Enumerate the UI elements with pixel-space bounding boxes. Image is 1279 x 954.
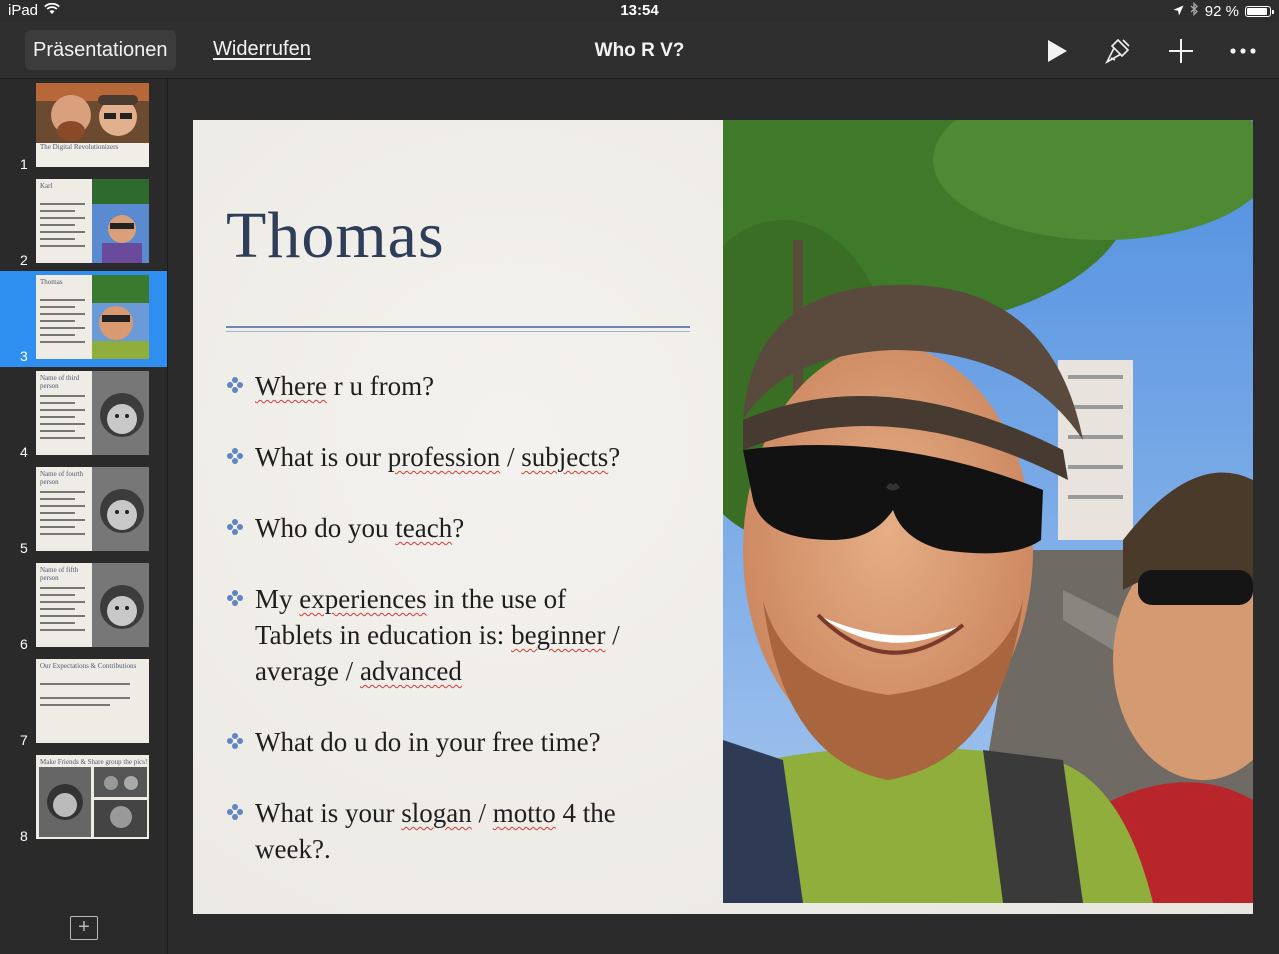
bullet-text: Who do you bbox=[255, 513, 396, 543]
slide-thumbnail-1[interactable]: The Digital Revolutionizers 1 bbox=[0, 79, 167, 175]
bullet-text: teach bbox=[395, 513, 453, 543]
bullet-text: Tablets in education is: bbox=[255, 620, 512, 650]
slide-thumbnail-4[interactable]: Name of third person 4 bbox=[0, 367, 167, 463]
bullet-marker-icon bbox=[227, 590, 243, 606]
bullet-text: My bbox=[255, 584, 300, 614]
bullet-text: subjects bbox=[521, 442, 609, 472]
bullet-marker-icon bbox=[227, 377, 243, 393]
photo-child-placeholder bbox=[92, 371, 149, 455]
slide-thumbnail-image: Make Friends & Share group the pics! bbox=[36, 755, 149, 839]
bullet-text: 4 the bbox=[555, 798, 616, 828]
toolbar: Präsentationen Widerrufen Who R V? bbox=[0, 22, 1279, 79]
bullet-marker-icon bbox=[227, 519, 243, 535]
bullet-text: experiences bbox=[299, 584, 427, 614]
bullet-item[interactable]: What do u do in your free time? bbox=[226, 724, 686, 760]
document-title: Who R V? bbox=[594, 40, 685, 61]
status-bar: iPad 13:54 92 % bbox=[0, 0, 1279, 22]
bullet-text: ? bbox=[452, 513, 465, 543]
thumbnail-title: Name of fourth person bbox=[40, 470, 84, 486]
bluetooth-icon bbox=[1190, 1, 1199, 20]
thumbnail-title: Thomas bbox=[40, 278, 63, 286]
more-icon[interactable] bbox=[1228, 36, 1258, 66]
thumbnail-title: The Digital Revolutionizers bbox=[40, 143, 119, 151]
thumbnail-title: Name of third person bbox=[40, 374, 80, 390]
bullet-list[interactable]: Where r u from? What is our profession / … bbox=[226, 368, 686, 902]
slide-navigator: The Digital Revolutionizers 1 Karl 2 Tho… bbox=[0, 79, 168, 954]
bullet-text: / bbox=[500, 442, 522, 472]
slide-thumbnail-8[interactable]: Make Friends & Share group the pics! 8 bbox=[0, 751, 167, 847]
slide-number: 4 bbox=[20, 444, 28, 460]
photo-collage bbox=[39, 767, 147, 837]
photo-karl bbox=[92, 179, 149, 263]
bullet-text: r u from? bbox=[326, 371, 435, 401]
bullet-text: What is our bbox=[255, 442, 388, 472]
bullet-text: ? bbox=[608, 442, 621, 472]
location-icon bbox=[1173, 3, 1184, 20]
photo-thomas-selfie[interactable] bbox=[723, 120, 1253, 903]
bullet-marker-icon bbox=[227, 733, 243, 749]
slide-number: 8 bbox=[20, 828, 28, 844]
slide-thumbnail-image: Name of fourth person bbox=[36, 467, 149, 551]
bullet-item[interactable]: Where r u from? bbox=[226, 368, 686, 404]
thumbnail-title: Make Friends & Share group the pics! bbox=[40, 758, 148, 766]
bullet-item[interactable]: What is your slogan / motto 4 the week?. bbox=[226, 795, 686, 867]
clock: 13:54 bbox=[620, 2, 659, 19]
bullet-marker-icon bbox=[227, 804, 243, 820]
bullet-text: What do u do in your free time? bbox=[255, 727, 601, 757]
bullet-marker-icon bbox=[227, 448, 243, 464]
photo-child-placeholder bbox=[92, 467, 149, 551]
slide-thumbnail-image: Thomas bbox=[36, 275, 149, 359]
title-divider-thin bbox=[226, 331, 690, 332]
slide-thumbnail-image: The Digital Revolutionizers bbox=[36, 83, 149, 167]
slide-number: 3 bbox=[20, 348, 28, 364]
slide-number: 2 bbox=[20, 252, 28, 268]
slide-thumbnail-3[interactable]: Thomas 3 bbox=[0, 271, 167, 367]
slide-thumbnail-image: Our Expectations & Contributions bbox=[36, 659, 149, 743]
battery-percent: 92 % bbox=[1204, 2, 1239, 20]
slide-thumbnail-image: Name of fifth person bbox=[36, 563, 149, 647]
bullet-text: / bbox=[471, 798, 493, 828]
photo-thomas bbox=[92, 275, 149, 359]
slide-thumbnail-6[interactable]: Name of fifth person 6 bbox=[0, 559, 167, 655]
thumbnail-title: Karl bbox=[40, 182, 53, 190]
bullet-text: motto bbox=[492, 798, 556, 828]
slide-thumbnail-2[interactable]: Karl 2 bbox=[0, 175, 167, 271]
photo-two-men bbox=[36, 83, 149, 143]
add-slide-button[interactable]: + bbox=[70, 916, 98, 940]
slide-thumbnail-7[interactable]: Our Expectations & Contributions 7 bbox=[0, 655, 167, 751]
bullet-text: in the use of bbox=[426, 584, 567, 614]
thumbnail-title: Name of fifth person bbox=[40, 566, 79, 582]
slide-thumbnail-image: Name of third person bbox=[36, 371, 149, 455]
add-icon[interactable] bbox=[1166, 36, 1196, 66]
bullet-text: beginner bbox=[511, 620, 606, 650]
format-brush-icon[interactable] bbox=[1103, 36, 1133, 66]
slide-thumbnail-image: Karl bbox=[36, 179, 149, 263]
play-icon[interactable] bbox=[1042, 36, 1072, 66]
bullet-text: average / bbox=[255, 656, 360, 686]
bullet-text: slogan bbox=[401, 798, 472, 828]
photo-child-placeholder bbox=[92, 563, 149, 647]
slide-number: 7 bbox=[20, 732, 28, 748]
bullet-item[interactable]: What is our profession / subjects? bbox=[226, 439, 686, 475]
battery-icon bbox=[1245, 5, 1274, 17]
title-divider bbox=[226, 326, 690, 328]
bullet-item[interactable]: Who do you teach? bbox=[226, 510, 686, 546]
bullet-text: Where bbox=[255, 371, 327, 401]
slide-title[interactable]: Thomas bbox=[226, 198, 445, 274]
slide-number: 5 bbox=[20, 540, 28, 556]
bullet-text: / bbox=[605, 620, 620, 650]
slide-number: 1 bbox=[20, 156, 28, 172]
bullet-text: What is your bbox=[255, 798, 402, 828]
bullet-text: week?. bbox=[255, 834, 331, 864]
thumbnail-title: Our Expectations & Contributions bbox=[40, 662, 137, 670]
slide-canvas[interactable]: Thomas Where r u from? What is our profes… bbox=[193, 120, 1253, 914]
bullet-text: advanced bbox=[359, 656, 462, 686]
slide-thumbnail-5[interactable]: Name of fourth person 5 bbox=[0, 463, 167, 559]
bullet-item[interactable]: My experiences in the use of Tablets in e… bbox=[226, 581, 686, 689]
bullet-text: profession bbox=[387, 442, 501, 472]
slide-number: 6 bbox=[20, 636, 28, 652]
